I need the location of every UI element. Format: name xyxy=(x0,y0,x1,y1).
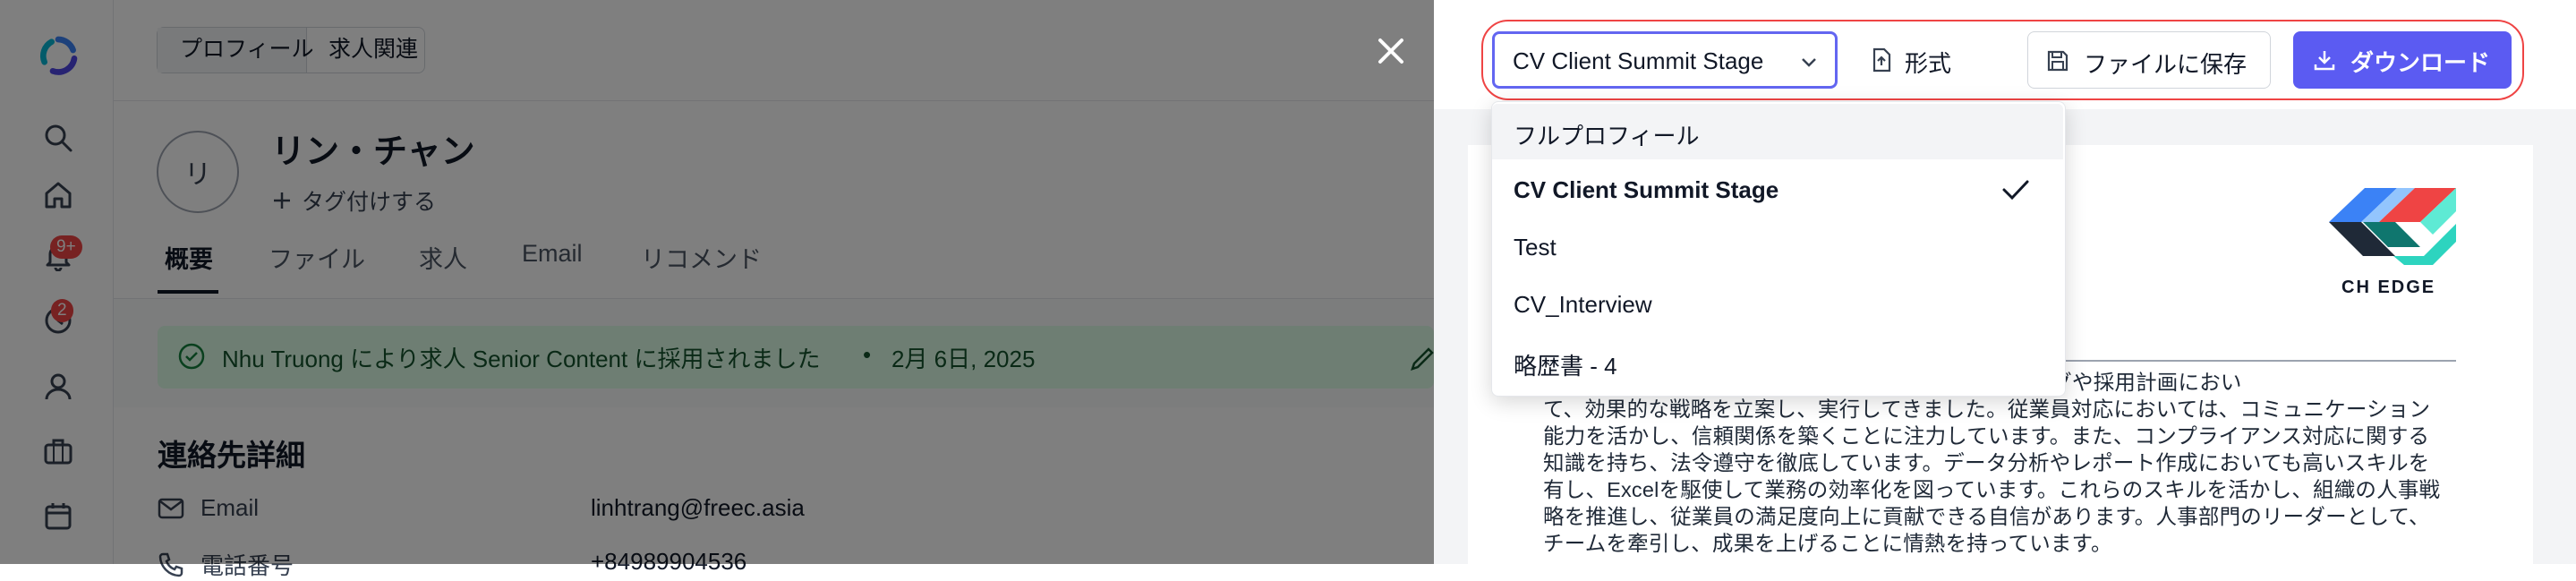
save-icon xyxy=(2046,49,2069,73)
document-summary-line: 略を推進し、従業員の満足度向上に貢献できる自信があります。人事部門のリーダーとし… xyxy=(1543,505,2430,528)
format-label: 形式 xyxy=(1905,50,1952,77)
document-summary-line: チームを牽引し、成果を上げることに情熱を持っています。 xyxy=(1543,532,2112,555)
download-button[interactable]: ダウンロード xyxy=(2293,31,2512,89)
dropdown-option-selected[interactable]: CV Client Summit Stage xyxy=(1492,162,2063,218)
document-summary-line: 有し、Excelを駆使して業務の効率化を図っています。これらのスキルを活かし、組… xyxy=(1543,478,2441,501)
dropdown-option[interactable]: CV_Interview xyxy=(1492,277,2063,332)
download-label: ダウンロード xyxy=(2350,49,2491,76)
dropdown-option-label: フルプロフィール xyxy=(1514,123,1700,150)
dropdown-option-label: CV Client Summit Stage xyxy=(1514,176,1779,203)
dropdown-option-label: 略歴書 - 4 xyxy=(1514,353,1617,380)
close-icon[interactable] xyxy=(1376,36,1406,66)
document-summary-line: て、効果的な戦略を立案し、実行してきました。従業員対応においては、コミュニケーシ… xyxy=(1543,397,2431,421)
dropdown-option[interactable]: フルプロフィール xyxy=(1492,104,2063,159)
file-format-icon xyxy=(1871,47,1892,73)
dropdown-option[interactable]: 略歴書 - 4 xyxy=(1492,334,2063,389)
template-select[interactable]: CV Client Summit Stage xyxy=(1492,31,1838,89)
save-label: ファイルに保存 xyxy=(2084,51,2248,78)
dropdown-option[interactable]: Test xyxy=(1492,219,2063,275)
check-icon xyxy=(2000,176,2031,203)
document-summary-line: 能力を活かし、信頼関係を築くことに注力しています。また、コンプライアンス対応に関… xyxy=(1543,424,2430,448)
template-select-value: CV Client Summit Stage xyxy=(1513,47,1764,74)
modal-backdrop[interactable] xyxy=(0,0,1434,564)
document-summary-line: 知識を持ち、法令遵守を徹底しています。データ分析やレポート作成においても高いスキ… xyxy=(1543,451,2430,474)
dropdown-option-label: Test xyxy=(1514,234,1557,261)
save-to-file-button[interactable]: ファイルに保存 xyxy=(2027,31,2271,89)
download-icon xyxy=(2313,48,2336,72)
company-logo xyxy=(2325,170,2458,278)
dropdown-option-label: CV_Interview xyxy=(1514,291,1652,318)
format-button[interactable]: 形式 xyxy=(1855,31,1971,89)
chevron-down-icon xyxy=(1799,52,1819,72)
logo-text: CH EDGE xyxy=(2341,278,2436,297)
